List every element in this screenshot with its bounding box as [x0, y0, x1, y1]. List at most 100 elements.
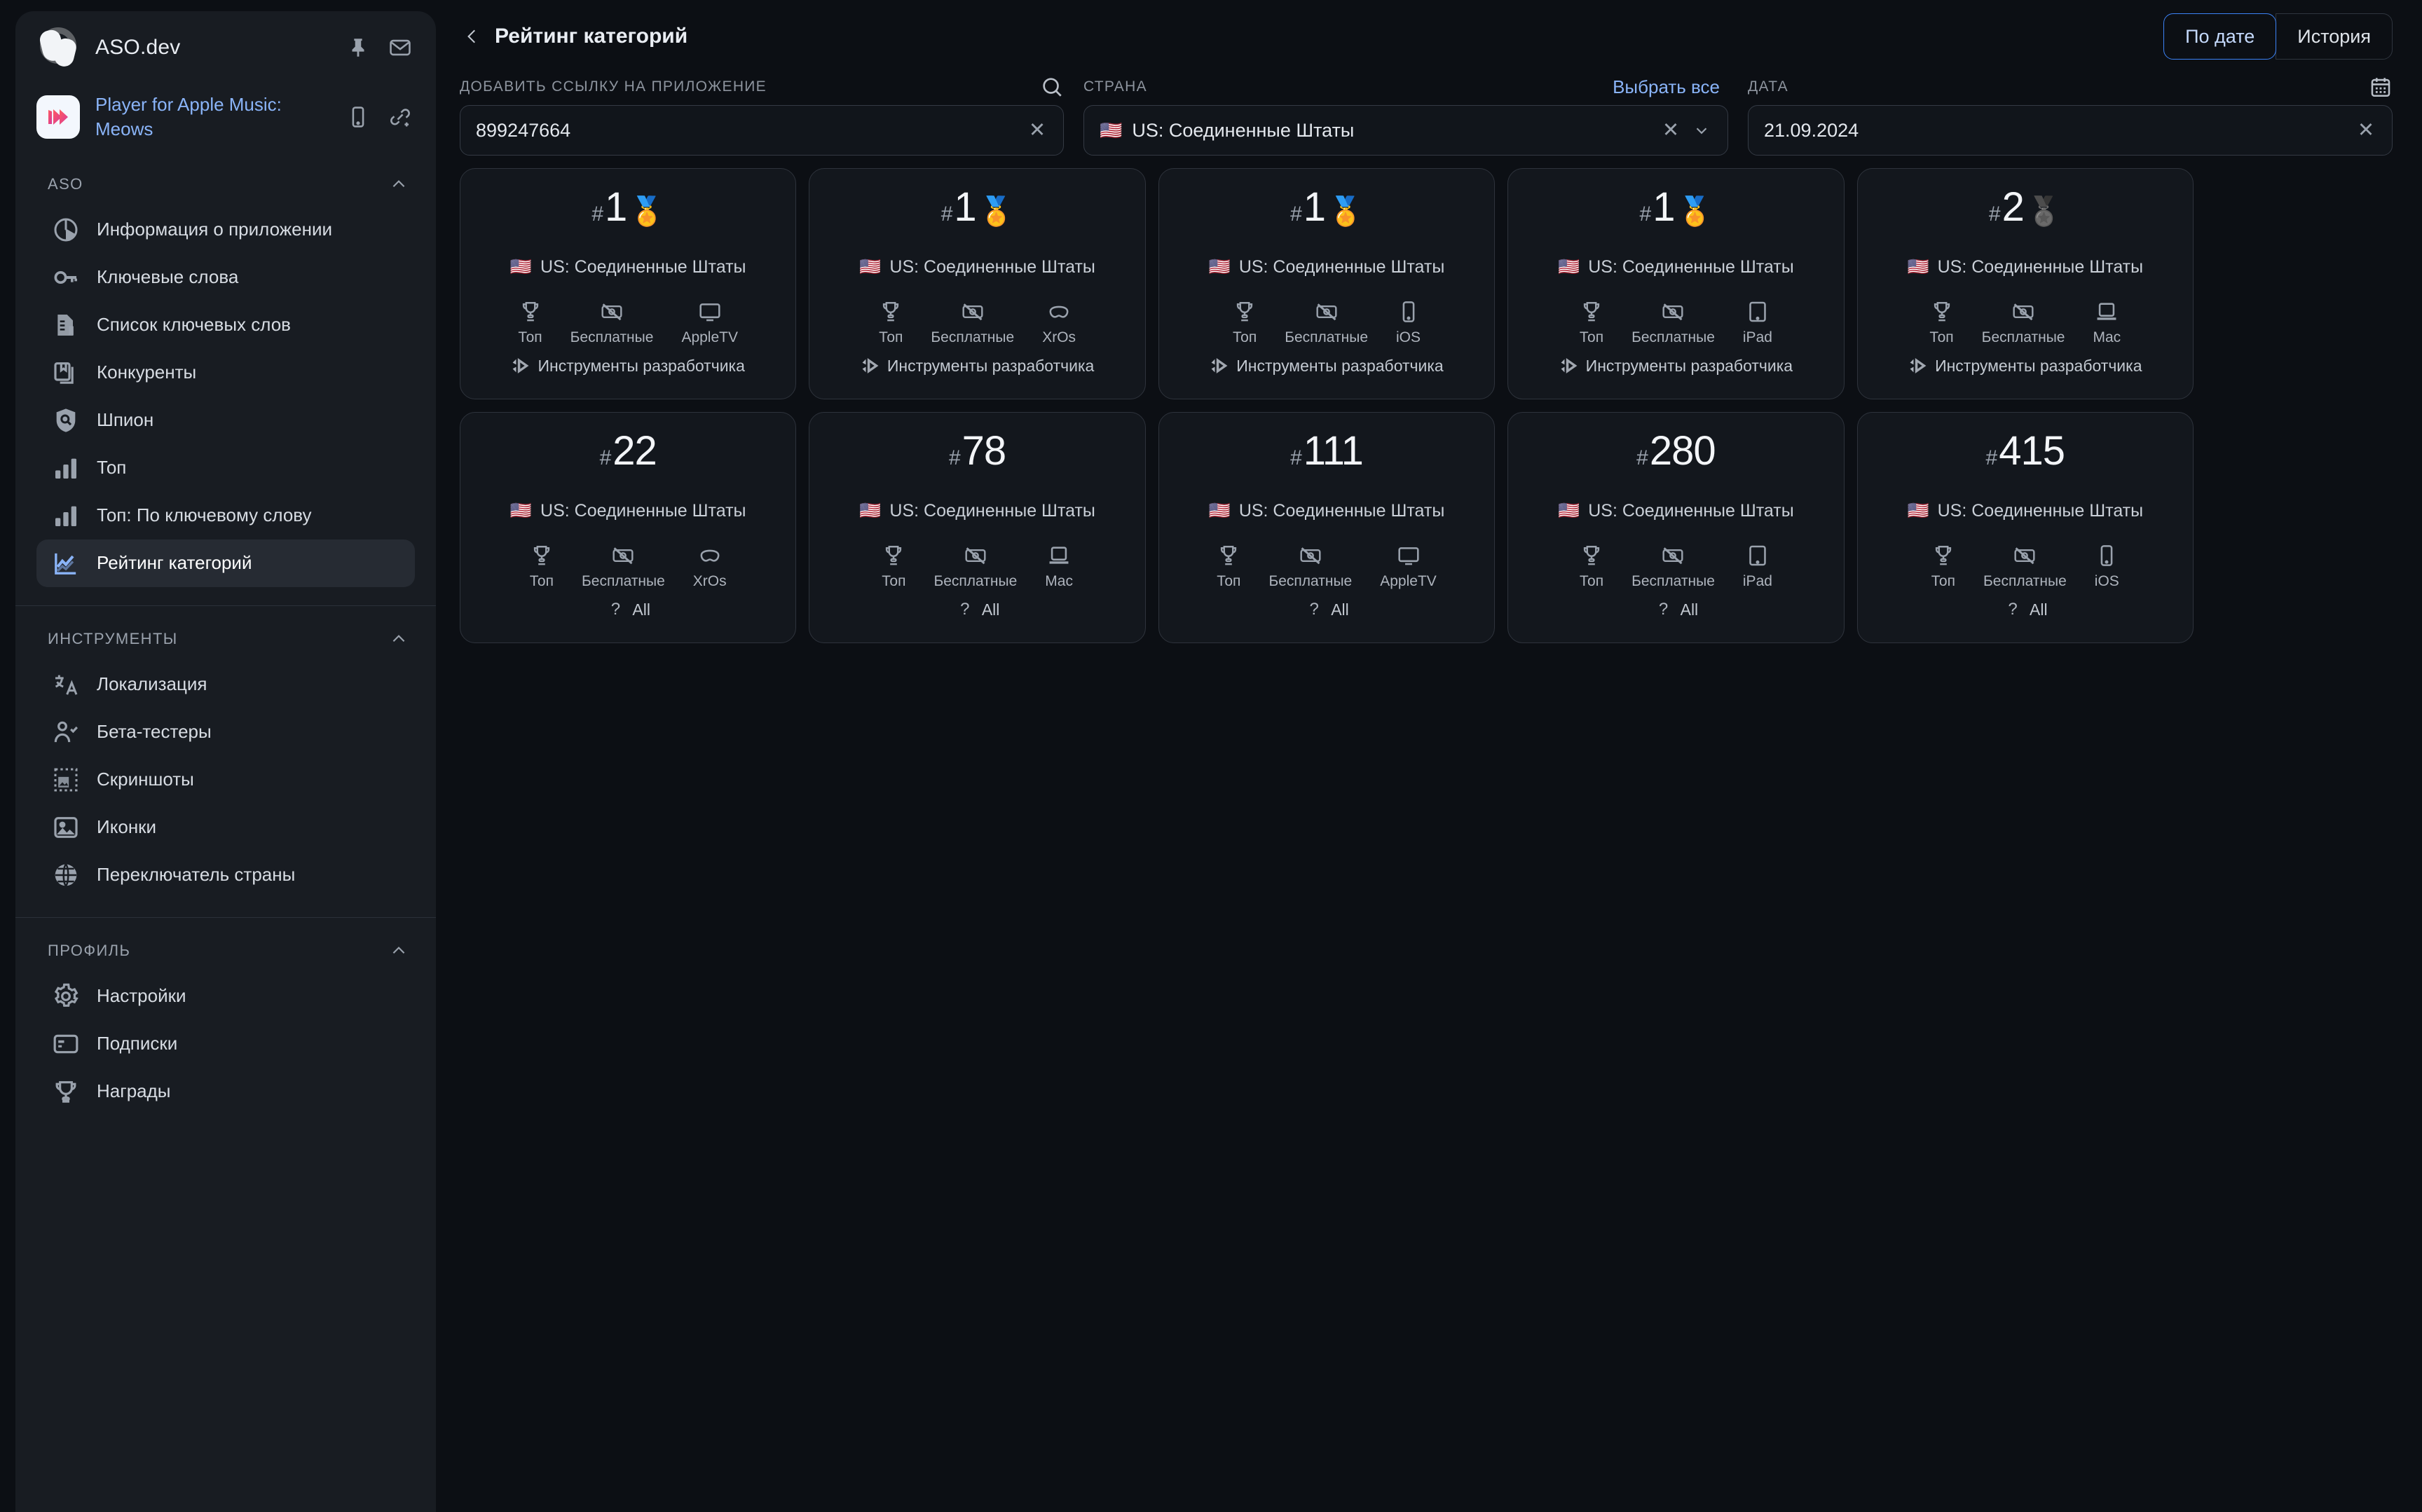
sidebar-item-icons[interactable]: Иконки	[36, 804, 415, 851]
ranking-card[interactable]: #22 🇺🇸 US: Соединенные Штаты Топ Бесплатные X…	[460, 412, 797, 643]
us-flag-icon: 🇺🇸	[859, 501, 882, 521]
card-category-label: Инструменты разработчика	[887, 356, 1095, 375]
country-select-box[interactable]: 🇺🇸 US: Соединенные Штаты ✕	[1083, 105, 1728, 156]
bar-chart-icon	[52, 454, 80, 482]
chevron-down-icon[interactable]	[1690, 118, 1713, 142]
card-attribute: XrOs	[1042, 300, 1076, 346]
no-money-icon	[961, 300, 985, 324]
sidebar-item-beta-testers[interactable]: Бета-тестеры	[36, 708, 415, 756]
devtools-icon	[1210, 356, 1229, 376]
sidebar-section-title: ИНСТРУМЕНТЫ	[48, 630, 178, 647]
card-attribute: Mac	[2093, 300, 2121, 346]
devtools-icon	[511, 356, 531, 376]
sidebar-section-title: ПРОФИЛЬ	[48, 942, 131, 959]
sidebar-item-top-by-keyword[interactable]: Топ: По ключевому слову	[36, 492, 415, 539]
sidebar-item-awards[interactable]: Награды	[36, 1068, 415, 1115]
card-attribute-label: XrOs	[692, 573, 727, 589]
select-all-link[interactable]: Выбрать все	[1613, 76, 1720, 98]
sidebar-item-label: Конкуренты	[97, 362, 197, 383]
us-flag-icon: 🇺🇸	[509, 501, 533, 521]
mail-icon[interactable]	[388, 36, 412, 60]
translate-icon	[52, 671, 80, 699]
trophy-icon	[1930, 300, 1954, 324]
ranking-card[interactable]: #280 🇺🇸 US: Соединенные Штаты Топ Бесплатные…	[1507, 412, 1845, 643]
no-money-icon	[1299, 544, 1322, 568]
sidebar-item-screenshots[interactable]: Скриншоты	[36, 756, 415, 804]
ranking-grid-wrapper: #1 🏅 🇺🇸 US: Соединенные Штаты Топ Бесплатные A…	[436, 168, 2422, 1512]
calendar-icon[interactable]	[2369, 75, 2393, 99]
chevron-up-icon[interactable]	[390, 175, 408, 193]
close-icon[interactable]: ✕	[1025, 118, 1049, 142]
sidebar-item-app-info[interactable]: Информация о приложении	[36, 206, 415, 254]
card-country-label: US: Соединенные Штаты	[1588, 501, 1794, 521]
us-flag-icon: 🇺🇸	[1208, 257, 1231, 277]
card-attribute-label: AppleTV	[681, 329, 738, 345]
close-icon[interactable]: ✕	[2354, 118, 2378, 142]
card-attribute: Бесплатные	[1983, 544, 2067, 590]
sidebar-item-country-switcher[interactable]: Переключатель страны	[36, 851, 415, 899]
chevron-up-icon[interactable]	[390, 942, 408, 960]
sidebar-section-header-tools[interactable]: ИНСТРУМЕНТЫ	[15, 606, 436, 661]
sidebar-item-label: Иконки	[97, 816, 157, 838]
screenshot-icon	[52, 766, 80, 794]
sidebar-item-keywords[interactable]: Ключевые слова	[36, 254, 415, 301]
devtools-icon	[1559, 356, 1579, 376]
sidebar-item-top[interactable]: Топ	[36, 444, 415, 492]
mobile-icon[interactable]	[346, 105, 370, 129]
us-flag-icon: 🇺🇸	[1208, 501, 1231, 521]
ranking-card[interactable]: #1 🏅 🇺🇸 US: Соединенные Штаты Топ Бесплатные i…	[1507, 168, 1845, 399]
aso-logo-icon	[36, 26, 80, 69]
question-icon: ?	[610, 600, 621, 619]
sidebar-item-label: Награды	[97, 1080, 171, 1102]
us-flag-icon: 🇺🇸	[1907, 501, 1929, 521]
rank-number: 78	[962, 428, 1007, 474]
trophy-icon	[1580, 300, 1603, 324]
card-rank: #1 🏅	[591, 187, 664, 232]
date-input-box[interactable]: 21.09.2024 ✕	[1748, 105, 2393, 156]
close-icon[interactable]: ✕	[1659, 118, 1683, 142]
chevron-up-icon[interactable]	[390, 630, 408, 648]
link-add-icon[interactable]	[388, 105, 412, 129]
no-money-icon	[1661, 544, 1685, 568]
chevron-left-icon[interactable]	[460, 24, 485, 49]
country-label: Страна	[1083, 78, 1147, 95]
ranking-card[interactable]: #1 🏅 🇺🇸 US: Соединенные Штаты Топ Бесплатные A…	[460, 168, 797, 399]
rank-hash: #	[948, 446, 961, 469]
ranking-card[interactable]: #78 🇺🇸 US: Соединенные Штаты Топ Бесплатные M…	[809, 412, 1146, 643]
ranking-card[interactable]: #111 🇺🇸 US: Соединенные Штаты Топ Бесплатные…	[1158, 412, 1496, 643]
sidebar-item-keyword-list[interactable]: Список ключевых слов	[36, 301, 415, 349]
sidebar-item-competitors[interactable]: Конкуренты	[36, 349, 415, 397]
sidebar-item-subscriptions[interactable]: Подписки	[36, 1020, 415, 1068]
current-app-row[interactable]: Player for Apple Music: Meows	[15, 84, 436, 151]
card-country: 🇺🇸 US: Соединенные Штаты	[859, 501, 1095, 521]
sidebar-item-label: Настройки	[97, 985, 186, 1007]
card-country: 🇺🇸 US: Соединенные Штаты	[859, 257, 1095, 277]
line-chart-icon	[52, 549, 80, 577]
ranking-card[interactable]: #415 🇺🇸 US: Соединенные Штаты Топ Бесплатные…	[1856, 412, 2194, 643]
pin-icon[interactable]	[346, 36, 370, 60]
tab-by-date[interactable]: По дате	[2163, 13, 2277, 60]
sidebar-item-spy[interactable]: Шпион	[36, 397, 415, 444]
sidebar-item-category-ranking[interactable]: Рейтинг категорий	[36, 539, 415, 587]
trophy-icon	[530, 544, 554, 568]
mac-icon	[1047, 544, 1071, 568]
card-attribute: Топ	[1217, 544, 1240, 590]
sidebar-item-settings[interactable]: Настройки	[36, 973, 415, 1020]
card-attribute: Топ	[1931, 544, 1955, 590]
app-title: Player for Apple Music: Meows	[95, 94, 282, 139]
ranking-card[interactable]: #1 🏅 🇺🇸 US: Соединенные Штаты Топ Бесплатные X…	[809, 168, 1146, 399]
card-attribute: Топ	[518, 300, 542, 346]
ranking-card[interactable]: #1 🏅 🇺🇸 US: Соединенные Штаты Топ Бесплатные i…	[1158, 168, 1496, 399]
app-link-filter: Добавить ссылку на приложение 899247664 …	[460, 73, 1064, 156]
card-country: 🇺🇸 US: Соединенные Штаты	[1907, 501, 2143, 521]
search-icon[interactable]	[1040, 75, 1064, 99]
card-category: Инструменты разработчика	[511, 356, 745, 376]
sidebar-section-header-profile[interactable]: ПРОФИЛЬ	[15, 918, 436, 973]
sidebar-item-localization[interactable]: Локализация	[36, 661, 415, 708]
tab-history[interactable]: История	[2276, 13, 2393, 60]
card-category: ? All	[1304, 600, 1349, 619]
no-money-icon	[2013, 544, 2037, 568]
sidebar-section-header-aso[interactable]: ASO	[15, 151, 436, 206]
app-link-input-box[interactable]: 899247664 ✕	[460, 105, 1064, 156]
ranking-card[interactable]: #2 🏅 🇺🇸 US: Соединенные Штаты Топ Бесплатные M…	[1856, 168, 2194, 399]
